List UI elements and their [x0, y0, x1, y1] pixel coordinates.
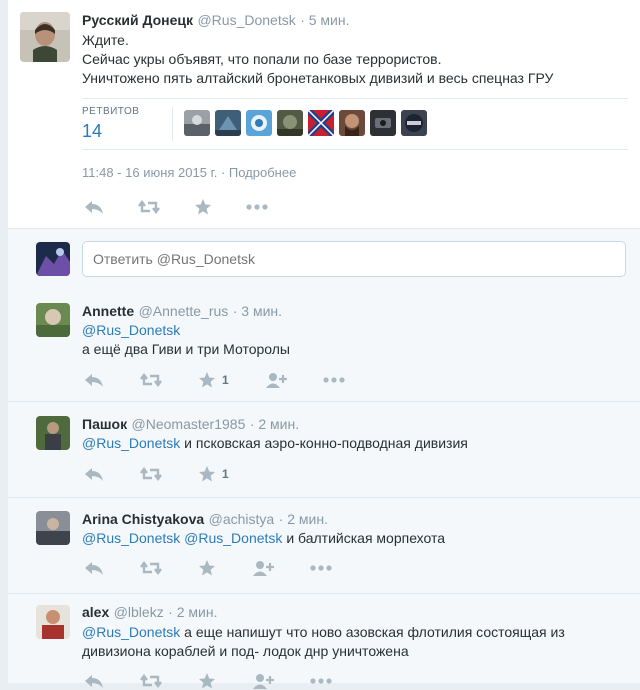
favorite-icon[interactable]: [194, 198, 212, 216]
retweeter-avatar-7[interactable]: [370, 110, 396, 136]
reply-mention[interactable]: @Rus_Donetsk: [82, 435, 180, 451]
favorite-icon[interactable]: 1: [198, 371, 229, 389]
retweeter-avatar-8[interactable]: [401, 110, 427, 136]
reply-mention-2[interactable]: @Rus_Donetsk: [184, 530, 282, 546]
reply-composer: [8, 228, 640, 292]
main-tweet-avatar[interactable]: [20, 12, 70, 62]
favorite-icon[interactable]: [198, 672, 216, 690]
reply-time[interactable]: · 3 мин.: [233, 303, 282, 319]
retweet-icon[interactable]: [140, 372, 162, 388]
favorite-count: 1: [222, 467, 229, 481]
retweeter-avatar-4[interactable]: [277, 110, 303, 136]
reply-tweet: Annette @Annette_rus · 3 мин. @Rus_Donet…: [8, 291, 640, 402]
reply-avatar[interactable]: [36, 605, 70, 639]
current-user-avatar: [36, 242, 70, 276]
main-tweet-actions: [84, 198, 268, 216]
retweeter-avatar-6[interactable]: [339, 110, 365, 136]
main-tweet-author-handle[interactable]: @Rus_Donetsk: [197, 12, 295, 28]
reply-author-handle[interactable]: @Annette_rus: [139, 303, 229, 319]
retweeter-avatar-5[interactable]: [308, 110, 334, 136]
reply-icon[interactable]: [84, 560, 104, 576]
reply-time[interactable]: · 2 мин.: [279, 511, 328, 527]
main-tweet-text: Ждите. Сейчас укры объявят, что попали п…: [82, 31, 622, 88]
main-tweet-line-1: Ждите.: [82, 32, 129, 48]
more-icon[interactable]: [323, 377, 345, 383]
more-icon[interactable]: [246, 204, 268, 210]
reply-icon[interactable]: [84, 673, 104, 689]
follow-icon[interactable]: [265, 372, 287, 388]
retweeter-avatar-2[interactable]: [215, 110, 241, 136]
reply-tweet: alex @lblekz · 2 мин. @Rus_Donetsk а еще…: [8, 594, 640, 689]
retweeter-avatar-3[interactable]: [246, 110, 272, 136]
retweets-count[interactable]: 14: [82, 121, 102, 142]
reply-text: а ещё два Гиви и три Моторолы: [82, 341, 290, 357]
favorite-icon[interactable]: [198, 559, 216, 577]
retweets-label: РЕТВИТОВ: [82, 106, 140, 117]
reply-tweet: Пашок @Neomaster1985 · 2 мин. @Rus_Donet…: [8, 402, 640, 498]
reply-icon[interactable]: [84, 466, 104, 482]
favorite-icon[interactable]: 1: [198, 465, 229, 483]
reply-avatar[interactable]: [36, 416, 70, 450]
retweet-icon[interactable]: [140, 560, 162, 576]
reply-mention[interactable]: @Rus_Donetsk: [82, 624, 180, 640]
retweet-icon[interactable]: [140, 673, 162, 689]
reply-author-handle[interactable]: @achistya: [209, 511, 275, 527]
reply-mention[interactable]: @Rus_Donetsk: [82, 322, 180, 338]
reply-author-handle[interactable]: @Neomaster1985: [132, 416, 246, 432]
reply-avatar[interactable]: [36, 303, 70, 337]
reply-icon[interactable]: [84, 372, 104, 388]
reply-text: и балтийская морпехота: [286, 530, 446, 546]
main-tweet-time[interactable]: · 5 мин.: [300, 12, 349, 28]
reply-author-handle[interactable]: @lblekz: [114, 604, 164, 620]
reply-avatar[interactable]: [36, 511, 70, 545]
favorite-count: 1: [222, 373, 229, 387]
follow-icon[interactable]: [252, 673, 274, 689]
retweet-icon[interactable]: [138, 199, 160, 215]
more-icon[interactable]: [310, 678, 332, 684]
reply-author-name[interactable]: Annette: [82, 303, 134, 319]
retweeter-avatar-1[interactable]: [184, 110, 210, 136]
more-icon[interactable]: [310, 565, 332, 571]
main-tweet-line-3: Уничтожено пять алтайский бронетанковых …: [82, 70, 554, 86]
reply-author-name[interactable]: Arina Chistyakova: [82, 511, 204, 527]
reply-time[interactable]: · 2 мин.: [250, 416, 299, 432]
reply-text: а еще напишут что ново азовская флотилия…: [184, 624, 565, 640]
reply-mention[interactable]: @Rus_Donetsk: [82, 530, 180, 546]
reply-text-line-2: дивизиона кораблей и под- лодок днр унич…: [82, 643, 409, 659]
reply-icon[interactable]: [84, 199, 104, 215]
reply-time[interactable]: · 2 мин.: [168, 604, 217, 620]
reply-input[interactable]: [82, 241, 626, 277]
tweet-timestamp[interactable]: 11:48 - 16 июня 2015 г. · Подробнее: [82, 165, 296, 180]
reply-tweet: Arina Chistyakova @achistya · 2 мин. @Ru…: [8, 498, 640, 594]
reply-text: и псковская аэро-конно-подводная дивизия: [184, 435, 468, 451]
tweet-detail-panel: Русский Донецк @Rus_Donetsk · 5 мин. Жди…: [8, 0, 640, 689]
retweet-icon[interactable]: [140, 466, 162, 482]
stats-divider: [172, 107, 173, 141]
main-tweet-author-name[interactable]: Русский Донецк: [82, 12, 193, 28]
main-tweet-line-2: Сейчас укры объявят, что попали по базе …: [82, 51, 442, 67]
main-tweet: Русский Донецк @Rus_Donetsk · 5 мин. Жди…: [8, 0, 640, 228]
reply-author-name[interactable]: alex: [82, 604, 109, 620]
follow-icon[interactable]: [252, 560, 274, 576]
reply-author-name[interactable]: Пашок: [82, 416, 127, 432]
